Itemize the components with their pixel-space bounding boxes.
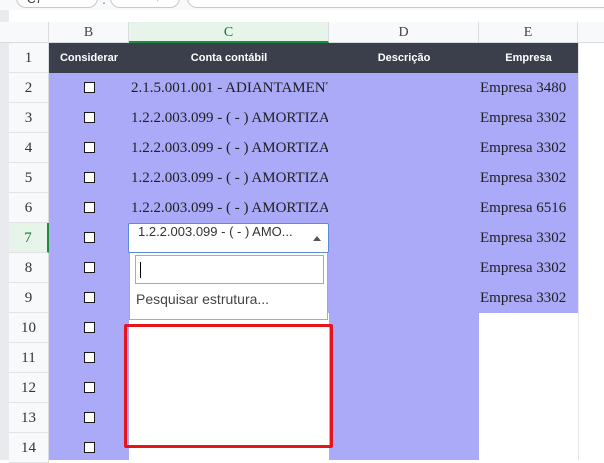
row-header[interactable]: 8 [9, 253, 49, 283]
header-considerar: Considerar [49, 43, 129, 73]
more-icon: ⋮ [98, 0, 110, 6]
caret-up-icon[interactable] [313, 236, 321, 241]
row-header[interactable]: 14 [9, 433, 49, 463]
column-header-c[interactable]: C [129, 22, 329, 43]
empresa-cell[interactable]: Empresa 3302 [480, 223, 577, 253]
empresa-cell[interactable]: Empresa 3480 [480, 73, 577, 103]
column-header-d[interactable]: D [329, 22, 479, 43]
row-header-active[interactable]: 7 [9, 223, 49, 253]
empresa-cell[interactable]: Empresa 3302 [480, 283, 577, 313]
conta-cell[interactable]: 1.2.2.003.099 - ( - ) AMORTIZAÇÃO [131, 193, 328, 223]
dropdown-hint: Pesquisar estrutura... [136, 291, 270, 307]
considerar-checkbox[interactable] [84, 292, 95, 303]
considerar-checkbox[interactable] [84, 442, 95, 453]
name-box[interactable]: C7 [16, 0, 98, 8]
conta-select-value: 1.2.2.003.099 - ( - ) AMO... [138, 224, 293, 239]
text-cursor [140, 262, 141, 278]
formula-actions[interactable]: ✕ ⌄ fx [110, 0, 180, 8]
formula-input[interactable] [187, 0, 604, 8]
select-all-corner[interactable] [0, 22, 49, 43]
conta-cell[interactable]: 2.1.5.001.001 - ADIANTAMENTO [131, 73, 328, 103]
row-header[interactable]: 10 [9, 313, 49, 343]
empty-cell-block[interactable] [479, 313, 578, 460]
row-header[interactable]: 13 [9, 403, 49, 433]
considerar-checkbox[interactable] [84, 262, 95, 273]
empresa-cell[interactable]: Empresa 3302 [480, 103, 577, 133]
row-header[interactable]: 4 [9, 133, 49, 163]
row-header[interactable]: 3 [9, 103, 49, 133]
column-header-b[interactable]: B [49, 22, 129, 43]
highlight-box [124, 324, 333, 448]
fx-icon[interactable]: fx [157, 0, 165, 2]
header-conta-contabil: Conta contábil [129, 43, 329, 73]
considerar-checkbox[interactable] [84, 172, 95, 183]
row-header[interactable]: 12 [9, 373, 49, 403]
gridline [578, 43, 579, 460]
considerar-checkbox[interactable] [84, 322, 95, 333]
header-descricao: Descrição [329, 43, 479, 73]
empresa-cell[interactable]: Empresa 6516 [480, 193, 577, 223]
row-header[interactable]: 6 [9, 193, 49, 223]
considerar-checkbox[interactable] [84, 142, 95, 153]
conta-cell[interactable]: 1.2.2.003.099 - ( - ) AMORTIZAÇÃO [131, 163, 328, 193]
conta-cell[interactable]: 1.2.2.003.099 - ( - ) AMORTIZAÇÃO [131, 133, 328, 163]
empresa-cell[interactable]: Empresa 3302 [480, 253, 577, 283]
row-header[interactable]: 1 [9, 43, 49, 73]
considerar-checkbox[interactable] [84, 232, 95, 243]
column-header-e[interactable]: E [479, 22, 578, 43]
row-header[interactable]: 5 [9, 163, 49, 193]
conta-select[interactable]: 1.2.2.003.099 - ( - ) AMO... [128, 223, 329, 253]
chevron-down-icon[interactable]: ⌄ [139, 0, 148, 2]
empresa-cell[interactable]: Empresa 3302 [480, 163, 577, 193]
considerar-checkbox[interactable] [84, 112, 95, 123]
left-gutter [0, 10, 9, 460]
header-empresa: Empresa [479, 43, 578, 73]
conta-cell[interactable]: 1.2.2.003.099 - ( - ) AMORTIZAÇÃO [131, 103, 328, 133]
row-header[interactable]: 2 [9, 73, 49, 103]
conta-dropdown: Pesquisar estrutura... [129, 253, 328, 320]
considerar-checkbox[interactable] [84, 82, 95, 93]
considerar-checkbox[interactable] [84, 382, 95, 393]
dropdown-search-input[interactable] [135, 255, 324, 284]
row-header[interactable]: 9 [9, 283, 49, 313]
row-header[interactable]: 11 [9, 343, 49, 373]
empresa-cell[interactable]: Empresa 3302 [480, 133, 577, 163]
formula-bar: C7 ⋮ ✕ ⌄ fx [0, 0, 604, 10]
cancel-icon[interactable]: ✕ [123, 0, 132, 2]
considerar-checkbox[interactable] [84, 352, 95, 363]
considerar-checkbox[interactable] [84, 412, 95, 423]
considerar-checkbox[interactable] [84, 202, 95, 213]
column-header-f[interactable] [578, 22, 604, 43]
